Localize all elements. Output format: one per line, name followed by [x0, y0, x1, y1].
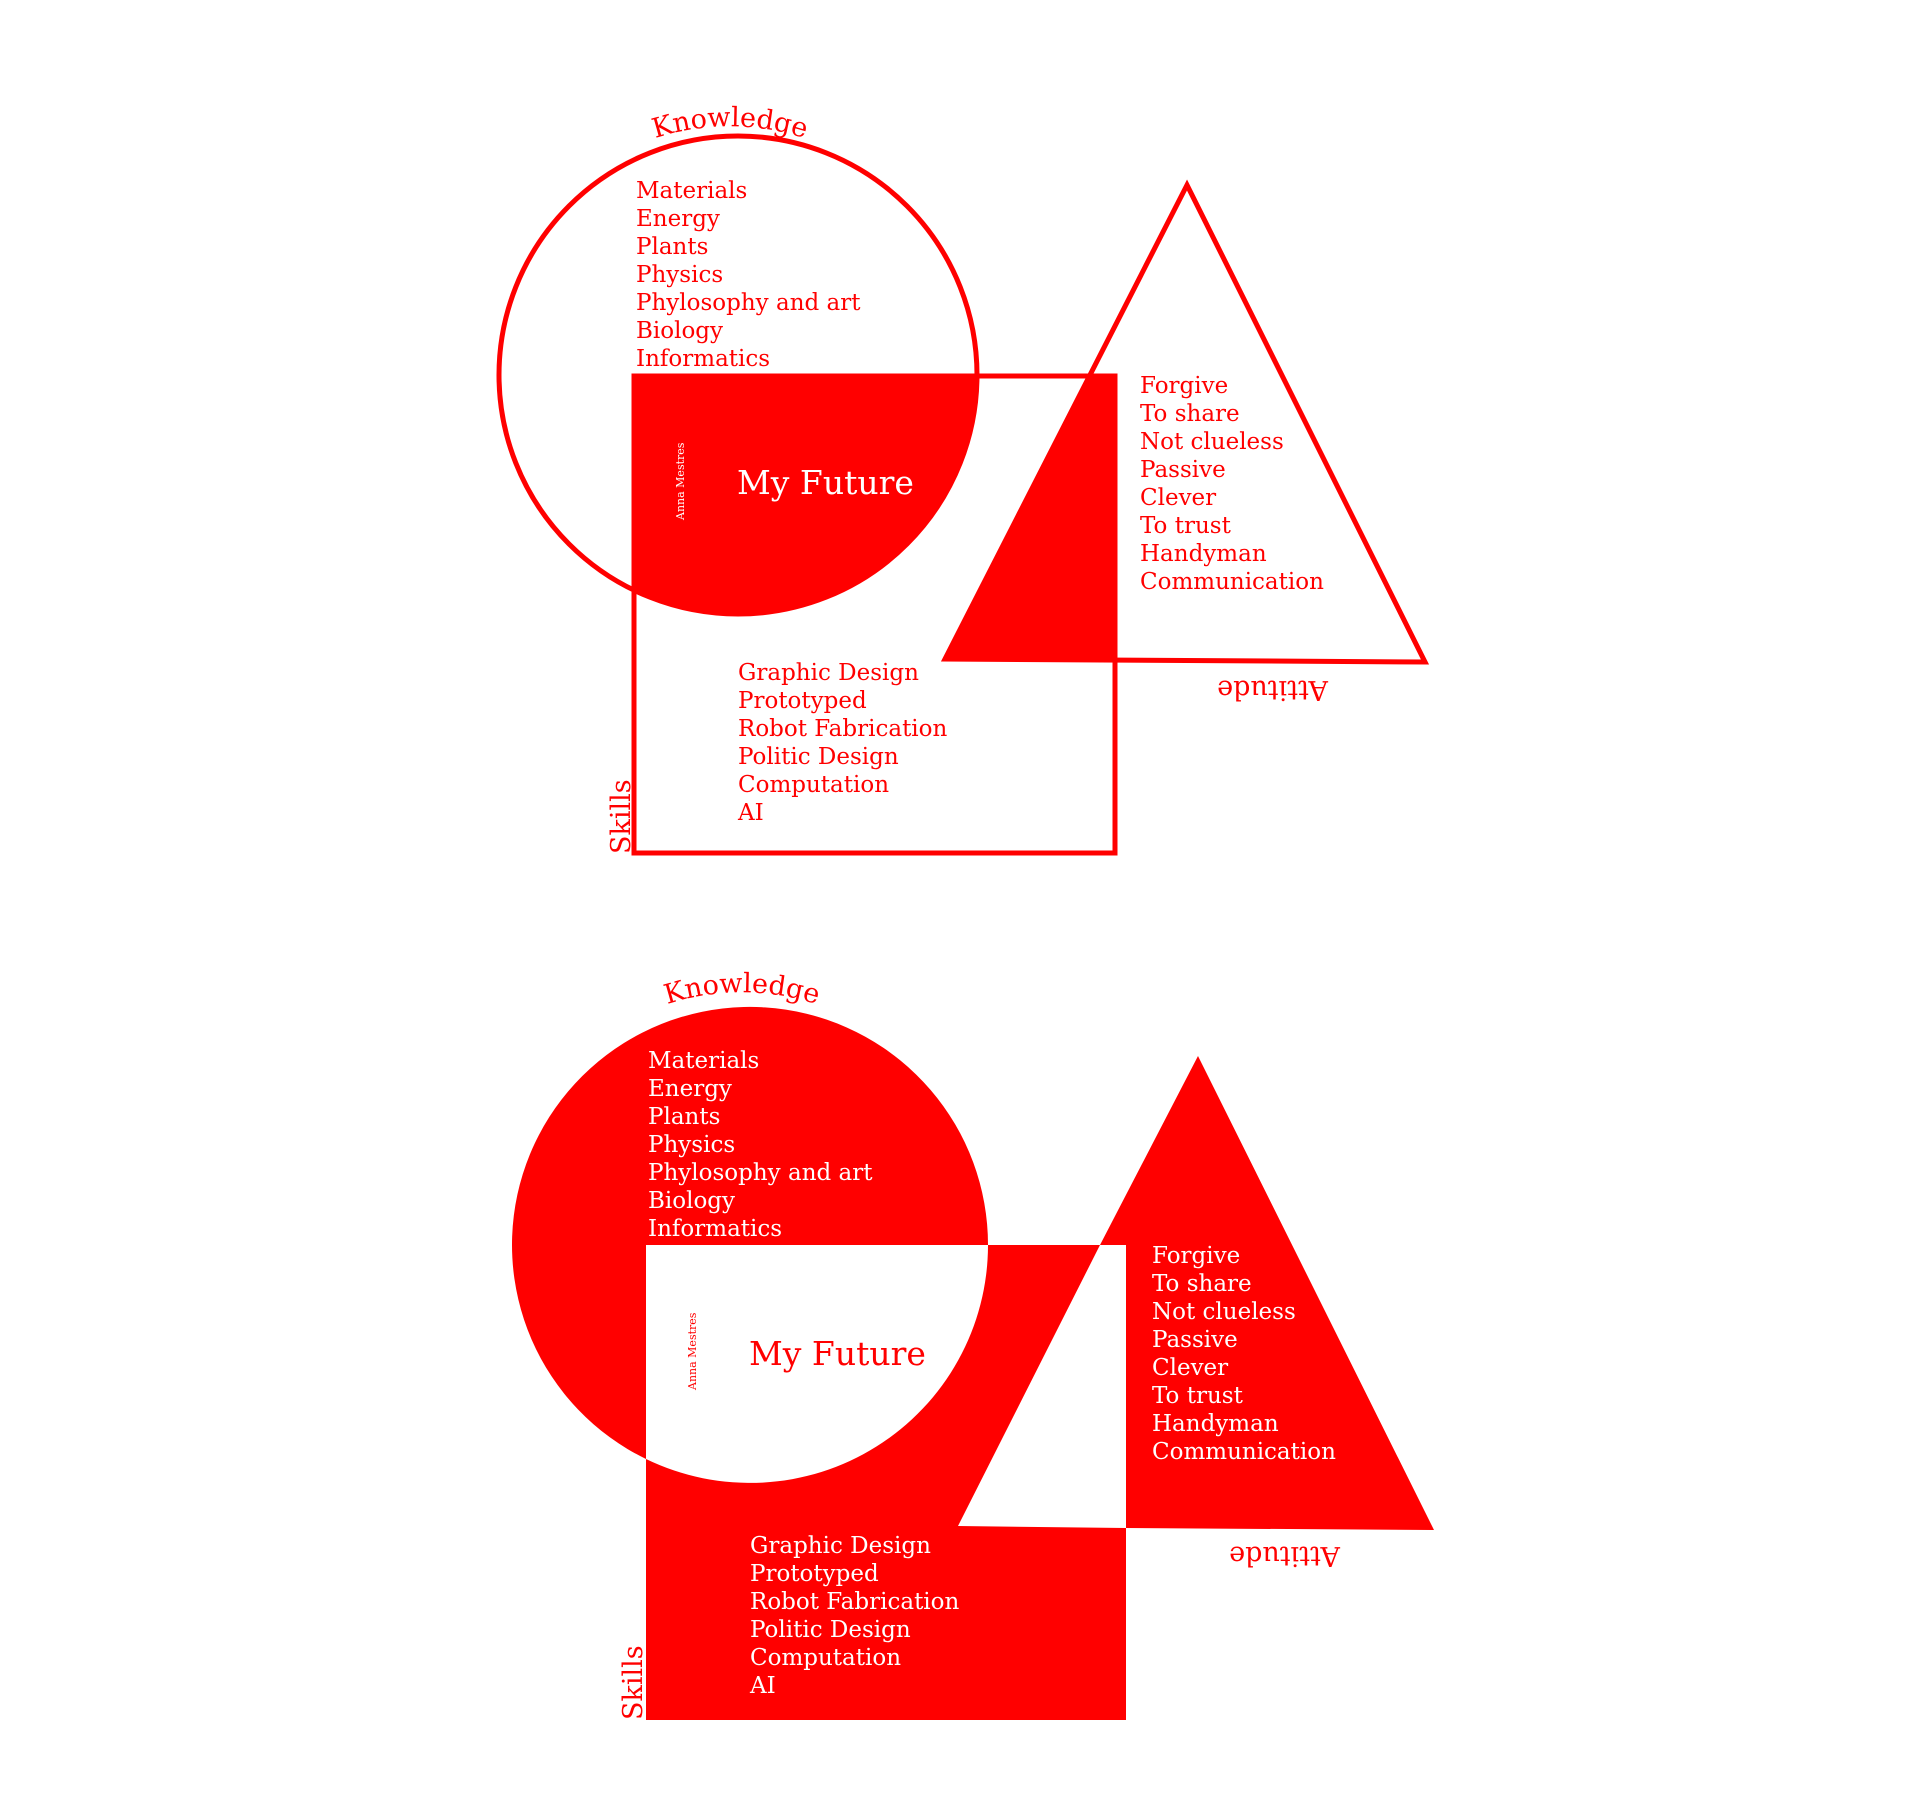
list-item: Biology — [636, 318, 723, 344]
list-item: Robot Fabrication — [738, 716, 948, 742]
list-item: Phylosophy and art — [648, 1160, 873, 1186]
center-title: My Future — [749, 1334, 926, 1373]
list-item: Materials — [636, 178, 747, 204]
list-item: Politic Design — [750, 1617, 911, 1643]
knowledge-list: Materials Energy Plants Physics Phylosop… — [636, 178, 861, 372]
list-item: Biology — [648, 1188, 735, 1214]
list-item: Materials — [648, 1048, 759, 1074]
list-item: Communication — [1152, 1439, 1336, 1465]
list-item: Clever — [1152, 1355, 1228, 1381]
diagram-outline: Knowledge Skills Attitude My Future Anna… — [496, 102, 1430, 856]
center-title: My Future — [737, 463, 914, 502]
list-item: Clever — [1140, 485, 1216, 511]
list-item: Plants — [648, 1104, 720, 1130]
list-item: Passive — [1140, 457, 1226, 483]
list-item: Robot Fabrication — [750, 1589, 960, 1615]
list-item: Forgive — [1140, 373, 1228, 399]
author-name: Anna Mestres — [686, 1312, 699, 1391]
list-item: Not clueless — [1140, 429, 1284, 455]
diagram-canvas: Knowledge Skills Attitude My Future Anna… — [496, 102, 1434, 1720]
knowledge-title: Knowledge — [661, 968, 824, 1011]
attitude-title: Attitude — [1217, 674, 1329, 705]
list-item: Prototyped — [738, 688, 867, 714]
list-item: To trust — [1152, 1383, 1244, 1409]
attitude-title: Attitude — [1229, 1540, 1341, 1571]
list-item: Energy — [636, 206, 720, 232]
list-item: Handyman — [1152, 1411, 1279, 1437]
list-item: AI — [749, 1673, 776, 1699]
list-item: Physics — [636, 262, 723, 288]
list-item: To trust — [1140, 513, 1232, 539]
list-item: Prototyped — [750, 1561, 879, 1587]
list-item: Informatics — [648, 1216, 782, 1242]
list-item: Passive — [1152, 1327, 1238, 1353]
list-item: AI — [737, 800, 764, 826]
list-item: Communication — [1140, 569, 1324, 595]
list-item: Phylosophy and art — [636, 290, 861, 316]
list-item: Computation — [750, 1645, 901, 1671]
author-name: Anna Mestres — [674, 442, 687, 521]
skills-title: Skills — [606, 779, 637, 854]
list-item: Not clueless — [1152, 1299, 1296, 1325]
list-item: Energy — [648, 1076, 732, 1102]
list-item: Physics — [648, 1132, 735, 1158]
list-item: Forgive — [1152, 1243, 1240, 1269]
list-item: To share — [1152, 1271, 1252, 1297]
skills-title: Skills — [618, 1645, 649, 1720]
diagram-filled: Knowledge Skills Attitude My Future Anna… — [512, 968, 1434, 1720]
list-item: Plants — [636, 234, 708, 260]
list-item: Informatics — [636, 346, 770, 372]
list-item: Handyman — [1140, 541, 1267, 567]
list-item: Politic Design — [738, 744, 899, 770]
list-item: Graphic Design — [738, 660, 919, 686]
list-item: Graphic Design — [750, 1533, 931, 1559]
list-item: To share — [1140, 401, 1240, 427]
skills-list: Graphic Design Prototyped Robot Fabricat… — [737, 660, 948, 826]
list-item: Computation — [738, 772, 889, 798]
